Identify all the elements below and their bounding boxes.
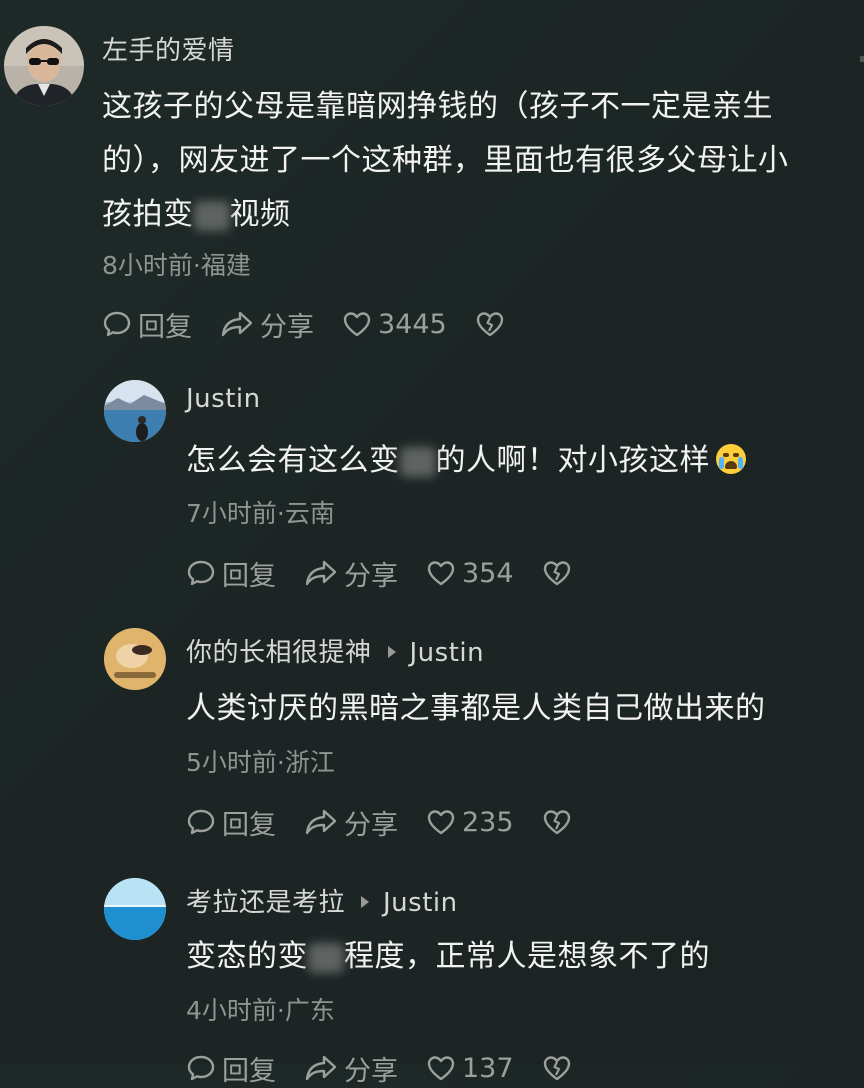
comment-text: 变态的变 程度，正常人是想象不了的 — [186, 930, 846, 984]
like-count: 3445 — [378, 308, 447, 340]
share-arrow-icon — [305, 1055, 337, 1081]
reply-to-username[interactable]: Justin — [410, 638, 485, 668]
comment-text-fragment: 孩拍变 — [102, 197, 194, 232]
comment-text-fragment: 视频 — [229, 197, 291, 232]
comment-bubble-icon — [187, 560, 215, 586]
censored-blur — [193, 200, 230, 231]
comment-text-fragment: 变态的变 — [186, 939, 308, 974]
comment-meta: 4小时前·广东 — [186, 996, 335, 1025]
broken-heart-icon — [543, 1056, 570, 1081]
comment-actions: 回复 分享 3445 — [102, 305, 539, 344]
reply-button[interactable]: 回复 — [186, 554, 276, 593]
reply-label: 回复 — [222, 560, 276, 592]
heart-icon — [427, 1056, 455, 1081]
like-count: 354 — [462, 557, 514, 589]
reply-to-username[interactable]: Justin — [383, 888, 458, 918]
heart-icon — [427, 810, 455, 835]
like-count: 137 — [462, 1052, 514, 1084]
comment-text-fragment: 怎么会有这么变 — [186, 443, 400, 478]
username[interactable]: 左手的爱情 — [102, 30, 235, 67]
reply-arrow-icon — [387, 645, 396, 658]
share-label: 分享 — [344, 1055, 398, 1087]
share-button[interactable]: 分享 — [220, 305, 314, 344]
comment-text: 这孩子的父母是靠暗网挣钱的（孩子不一定是亲生 的），网友进了一个这种群，里面也有… — [102, 80, 852, 242]
reply-label: 回复 — [222, 1055, 276, 1087]
username[interactable]: Justin — [186, 384, 261, 414]
username[interactable]: 考拉还是考拉 Justin — [186, 882, 458, 919]
share-arrow-icon — [221, 311, 253, 337]
username-text: 考拉还是考拉 — [186, 888, 346, 918]
comment-actions: 回复 分享 137 — [186, 1049, 606, 1088]
broken-heart-icon — [476, 312, 503, 337]
username[interactable]: 你的长相很提神 Justin — [186, 632, 484, 669]
avatar[interactable] — [104, 878, 166, 940]
reply-label: 回复 — [222, 809, 276, 841]
username-text: 你的长相很提神 — [186, 638, 372, 668]
comment-meta: 5小时前·浙江 — [186, 748, 335, 777]
comment-text-fragment: 的人啊！对小孩这样 — [435, 443, 710, 478]
comment-actions: 回复 分享 354 — [186, 554, 606, 593]
like-button[interactable]: 235 — [426, 807, 514, 838]
comment-actions: 回复 分享 235 — [186, 803, 606, 842]
dislike-button[interactable] — [542, 808, 578, 836]
share-label: 分享 — [344, 809, 398, 841]
reply-arrow-icon — [361, 895, 370, 908]
comment-text-line: 孩拍变 视频 — [102, 188, 852, 242]
share-arrow-icon — [305, 560, 337, 586]
like-button[interactable]: 354 — [426, 558, 514, 589]
broken-heart-icon — [543, 810, 570, 835]
reply-button[interactable]: 回复 — [186, 1049, 276, 1088]
dislike-button[interactable] — [542, 1054, 578, 1082]
reply-label: 回复 — [138, 311, 192, 343]
like-button[interactable]: 3445 — [342, 309, 447, 340]
comment-text-fragment: 程度，正常人是想象不了的 — [344, 939, 710, 974]
reply-button[interactable]: 回复 — [102, 305, 192, 344]
scroll-indicator — [860, 56, 864, 62]
dislike-button[interactable] — [475, 310, 511, 338]
share-label: 分享 — [260, 311, 314, 343]
comment-meta: 8小时前·福建 — [102, 251, 251, 280]
comment-bubble-icon — [103, 311, 131, 337]
comment-meta: 7小时前·云南 — [186, 499, 335, 528]
like-count: 235 — [462, 806, 514, 838]
avatar[interactable] — [104, 380, 166, 442]
broken-heart-icon — [543, 561, 570, 586]
comment-bubble-icon — [187, 809, 215, 835]
censored-blur — [308, 942, 344, 973]
comment-text-line: 的），网友进了一个这种群，里面也有很多父母让小 — [102, 143, 789, 178]
share-label: 分享 — [344, 560, 398, 592]
heart-icon — [427, 561, 455, 586]
dislike-button[interactable] — [542, 559, 578, 587]
comment-text: 怎么会有这么变 的人啊！对小孩这样 — [186, 434, 846, 488]
comment-bubble-icon — [187, 1055, 215, 1081]
reply-button[interactable]: 回复 — [186, 803, 276, 842]
comment-text-line: 这孩子的父母是靠暗网挣钱的（孩子不一定是亲生 — [102, 89, 773, 124]
crying-emoji-icon — [716, 443, 746, 474]
share-button[interactable]: 分享 — [304, 803, 398, 842]
share-button[interactable]: 分享 — [304, 554, 398, 593]
heart-icon — [343, 312, 371, 337]
avatar[interactable] — [4, 26, 84, 106]
share-arrow-icon — [305, 809, 337, 835]
censored-blur — [399, 446, 436, 477]
avatar[interactable] — [104, 628, 166, 690]
share-button[interactable]: 分享 — [304, 1049, 398, 1088]
like-button[interactable]: 137 — [426, 1053, 514, 1084]
comment-text: 人类讨厌的黑暗之事都是人类自己做出来的 — [186, 691, 766, 726]
